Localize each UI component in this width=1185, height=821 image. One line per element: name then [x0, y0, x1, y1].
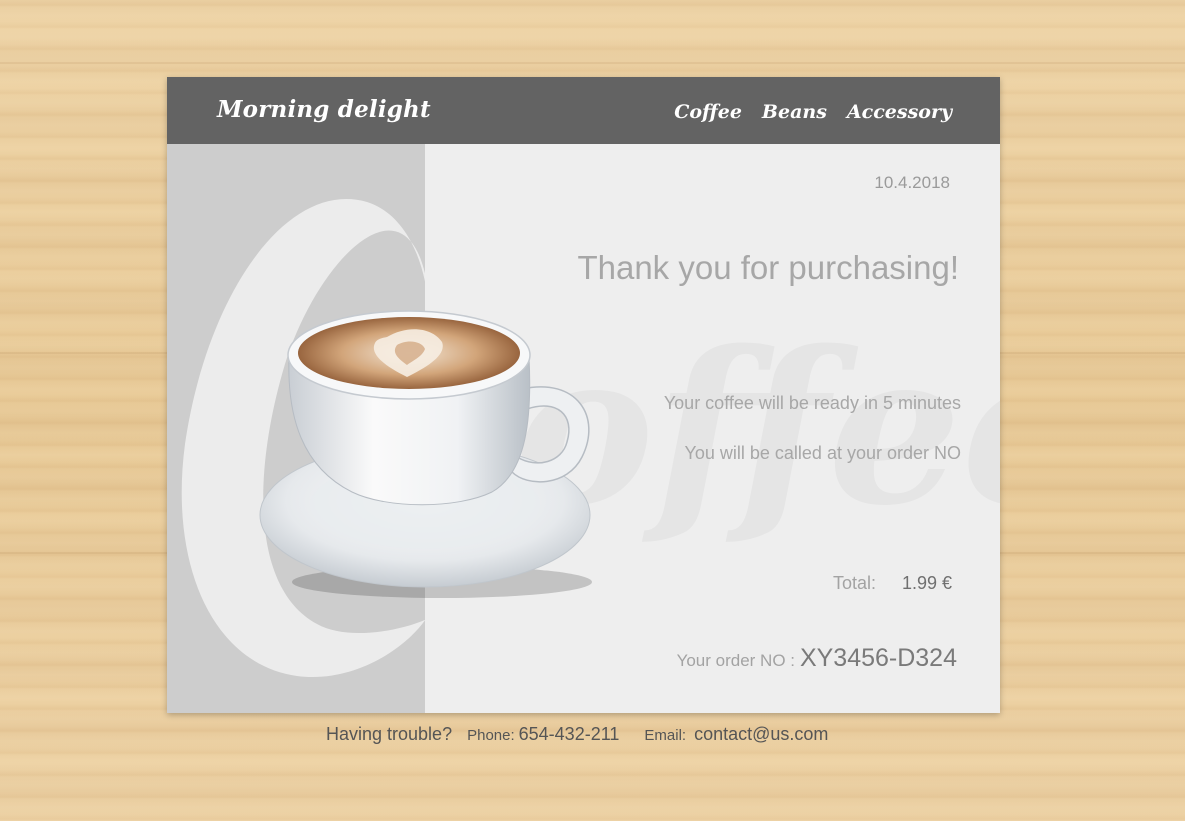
email-link[interactable]: contact@us.com	[694, 724, 828, 745]
total-value: 1.99 €	[901, 573, 952, 593]
phone-label: Phone:	[467, 727, 515, 744]
order-date: 10.4.2018	[874, 173, 950, 192]
phone-link[interactable]: 654-432-211	[519, 724, 620, 745]
thank-you-heading: Thank you for purchasing!	[577, 249, 959, 286]
receipt-card: Coffee Morning delight Coffee Beans Acce…	[167, 77, 1000, 713]
top-navbar: Morning delight Coffee Beans Accessory	[167, 77, 1000, 144]
nav-link-accessory[interactable]: Accessory	[847, 101, 952, 123]
order-number-label: Your order NO :	[676, 651, 795, 670]
nav-links: Coffee Beans Accessory	[674, 101, 952, 123]
coffee-cup-image	[259, 310, 592, 598]
nav-link-coffee[interactable]: Coffee	[674, 101, 742, 123]
wood-plank-seam	[0, 62, 1185, 64]
nav-link-beans[interactable]: Beans	[762, 101, 827, 123]
trouble-text: Having trouble?	[326, 724, 453, 744]
called-message: You will be called at your order NO	[684, 443, 961, 463]
ready-message: Your coffee will be ready in 5 minutes	[663, 393, 961, 413]
brand-logo[interactable]: Morning delight	[217, 96, 431, 123]
total-label: Total:	[832, 573, 876, 593]
order-number-value: XY3456-D324	[799, 644, 957, 672]
email-label: Email:	[644, 727, 687, 744]
contact-footer: Having trouble? Phone: 654-432-211 Email…	[326, 724, 828, 748]
